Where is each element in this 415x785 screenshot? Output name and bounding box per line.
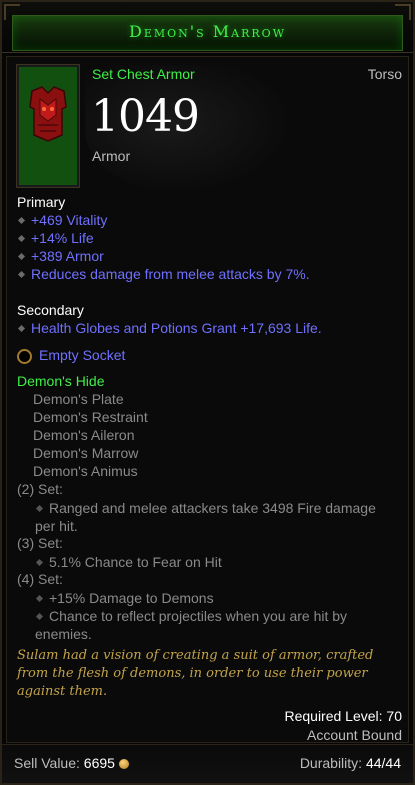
tooltip-footer: Sell Value: 6695 Durability: 44/44 xyxy=(2,744,413,783)
armor-value: 1049 xyxy=(91,91,200,142)
armor-label: Armor xyxy=(92,148,131,164)
set-item: Demon's Animus xyxy=(33,463,138,479)
gold-coin-icon xyxy=(118,759,129,770)
diamond-bullet-icon xyxy=(17,324,26,332)
set-bonus: Chance to reflect projectiles when you a… xyxy=(35,608,348,642)
diamond-bullet-icon xyxy=(35,594,44,602)
set-bonus: Ranged and melee attackers take 3498 Fir… xyxy=(35,500,376,534)
sell-value: Sell Value: 6695 xyxy=(14,755,129,771)
set-bonus-label: (4) Set: xyxy=(17,571,63,587)
set-bonus: +15% Damage to Demons xyxy=(35,589,395,607)
diamond-bullet-icon xyxy=(17,270,26,278)
set-name: Demon's Hide xyxy=(17,373,105,389)
set-bonus-label: (3) Set: xyxy=(17,535,63,551)
item-name: Demon's Marrow xyxy=(129,22,286,41)
diamond-bullet-icon xyxy=(35,612,44,620)
primary-heading: Primary xyxy=(17,194,66,210)
secondary-heading: Secondary xyxy=(17,302,84,318)
diamond-bullet-icon xyxy=(35,504,44,512)
primary-stat: +389 Armor xyxy=(17,248,104,264)
chest-armor-icon xyxy=(29,86,67,142)
tooltip-header: Demon's Marrow xyxy=(2,2,413,53)
tooltip-body: Set Chest Armor Torso 1049 Armor Primary… xyxy=(6,56,409,743)
durability: Durability: 44/44 xyxy=(299,755,401,771)
diamond-bullet-icon xyxy=(17,252,26,260)
item-portrait xyxy=(17,65,79,187)
item-tooltip: Demon's Marrow Set Chest Armor Torso 104… xyxy=(0,0,415,785)
item-slot: Torso xyxy=(367,66,402,82)
diamond-bullet-icon xyxy=(17,216,26,224)
empty-socket-icon xyxy=(17,348,32,364)
primary-stat: Reduces damage from melee attacks by 7%. xyxy=(17,266,310,282)
secondary-stat: Health Globes and Potions Grant +17,693 … xyxy=(17,320,322,336)
set-bonus: 5.1% Chance to Fear on Hit xyxy=(35,553,395,571)
empty-socket: Empty Socket xyxy=(17,347,125,364)
primary-stat: +469 Vitality xyxy=(17,212,107,228)
diamond-bullet-icon xyxy=(35,558,44,566)
item-type: Set Chest Armor xyxy=(92,66,195,82)
set-bonus-label: (2) Set: xyxy=(17,481,63,497)
set-item: Demon's Marrow xyxy=(33,445,139,461)
required-level: Required Level: 70 xyxy=(284,708,402,724)
primary-stat: +14% Life xyxy=(17,230,94,246)
set-item: Demon's Plate xyxy=(33,391,124,407)
diamond-bullet-icon xyxy=(17,234,26,242)
flavor-text: Sulam had a vision of creating a suit of… xyxy=(17,648,374,699)
set-item: Demon's Restraint xyxy=(33,409,148,425)
set-item: Demon's Aileron xyxy=(33,427,135,443)
binding-status: Account Bound xyxy=(307,727,402,743)
